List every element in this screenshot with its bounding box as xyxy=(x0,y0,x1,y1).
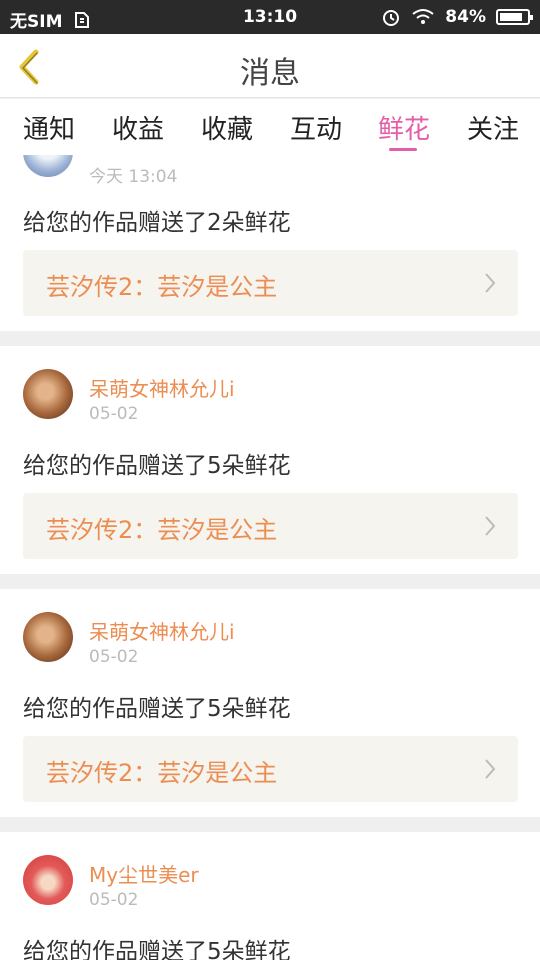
message-text: 给您的作品赠送了5朵鲜花 xyxy=(23,939,291,960)
chevron-right-icon xyxy=(485,273,496,293)
sender-name[interactable]: 呆萌女神林允儿i xyxy=(89,373,235,402)
work-link[interactable]: 芸汐传2：芸汐是公主 xyxy=(23,736,518,802)
tab-follows[interactable]: 关注 xyxy=(467,109,519,146)
sender-name[interactable]: 呆萌女神林允儿i xyxy=(89,616,235,645)
tab-favorites[interactable]: 收藏 xyxy=(201,109,253,146)
work-link[interactable]: 芸汐传2：芸汐是公主 xyxy=(23,493,518,559)
work-link[interactable]: 芸汐传2：芸汐是公主 xyxy=(23,250,518,316)
avatar[interactable] xyxy=(23,155,73,177)
wifi-icon xyxy=(412,9,434,24)
page-title: 消息 xyxy=(240,56,300,91)
message-card: 呆萌女神林允儿i 05-02 给您的作品赠送了5朵鲜花 芸汐传2：芸汐是公主 xyxy=(0,346,540,574)
work-title: 芸汐传2：芸汐是公主 xyxy=(46,516,278,544)
message-text: 给您的作品赠送了2朵鲜花 xyxy=(23,210,291,236)
work-title: 芸汐传2：芸汐是公主 xyxy=(46,759,278,787)
tab-earnings[interactable]: 收益 xyxy=(112,109,164,146)
battery-percent: 84% xyxy=(445,7,486,27)
tab-bar: 通知 收益 收藏 互动 鲜花 关注 xyxy=(0,99,540,155)
message-feed[interactable]: 今天 13:04 给您的作品赠送了2朵鲜花 芸汐传2：芸汐是公主 呆萌女神林允儿… xyxy=(0,155,540,960)
message-time: 05-02 xyxy=(89,890,139,910)
message-text: 给您的作品赠送了5朵鲜花 xyxy=(23,453,291,479)
message-card: My尘世美er 05-02 给您的作品赠送了5朵鲜花 xyxy=(0,832,540,960)
avatar[interactable] xyxy=(23,369,73,419)
active-tab-indicator xyxy=(389,148,417,151)
message-text: 给您的作品赠送了5朵鲜花 xyxy=(23,696,291,722)
message-card: 今天 13:04 给您的作品赠送了2朵鲜花 芸汐传2：芸汐是公主 xyxy=(0,155,540,331)
nav-bar: 消息 xyxy=(0,34,540,98)
status-bar: 无SIM 13:10 84% xyxy=(0,0,540,34)
alarm-icon xyxy=(383,10,400,26)
tab-notifications[interactable]: 通知 xyxy=(23,109,75,146)
message-card: 呆萌女神林允儿i 05-02 给您的作品赠送了5朵鲜花 芸汐传2：芸汐是公主 xyxy=(0,589,540,817)
tab-interactions[interactable]: 互动 xyxy=(290,109,342,146)
work-title: 芸汐传2：芸汐是公主 xyxy=(46,273,278,301)
message-time: 05-02 xyxy=(89,647,139,667)
chevron-right-icon xyxy=(485,516,496,536)
message-time: 今天 13:04 xyxy=(89,167,178,187)
avatar[interactable] xyxy=(23,612,73,662)
battery-icon xyxy=(496,9,533,25)
tab-flowers[interactable]: 鲜花 xyxy=(378,109,430,146)
message-time: 05-02 xyxy=(89,404,139,424)
sender-name[interactable]: My尘世美er xyxy=(89,859,199,888)
avatar[interactable] xyxy=(23,855,73,905)
chevron-right-icon xyxy=(485,759,496,779)
